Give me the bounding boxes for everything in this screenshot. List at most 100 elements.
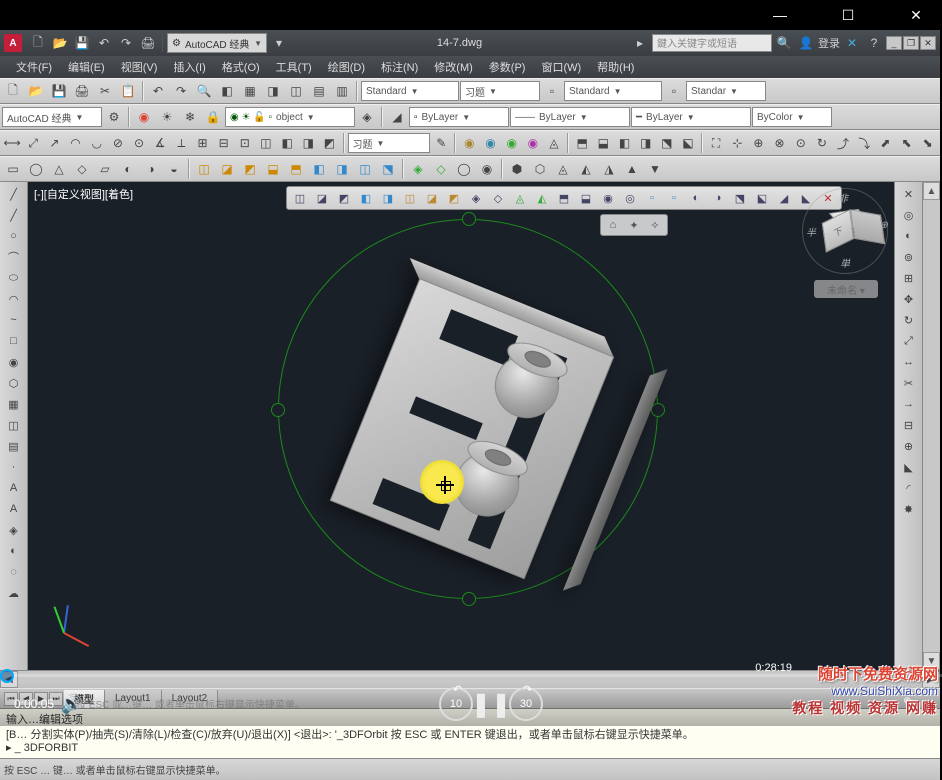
os-minimize-button[interactable]: — (758, 0, 802, 30)
region-icon[interactable]: ◫ (3, 415, 25, 435)
dim-icon[interactable]: ◧ (277, 132, 297, 154)
donut-icon[interactable]: ◉ (3, 352, 25, 372)
float-icon[interactable]: ◪ (422, 188, 442, 208)
pline-icon[interactable]: ╱ (3, 205, 25, 225)
dim-icon[interactable]: ✎ (431, 132, 451, 154)
help-icon[interactable]: ? (864, 33, 884, 53)
scale-icon[interactable]: ⤢ (898, 331, 920, 351)
dim-icon[interactable]: ⊘ (108, 132, 128, 154)
color-selector[interactable]: ▫ByLayer▼ (409, 107, 509, 127)
user-icon[interactable]: 👤 (796, 33, 816, 53)
join-icon[interactable]: ⊕ (898, 436, 920, 456)
dim-icon[interactable]: ◫ (256, 132, 276, 154)
dim-icon[interactable]: ⤢ (23, 132, 43, 154)
solid-icon[interactable]: ◈ (407, 158, 429, 180)
menu-window[interactable]: 窗口(W) (533, 57, 589, 77)
solid-icon[interactable]: ⬒ (285, 158, 307, 180)
tablestyle-selector[interactable]: Standard▼ (564, 81, 662, 101)
tool-icon[interactable]: ◈ (356, 106, 378, 128)
menu-insert[interactable]: 插入(I) (165, 57, 213, 77)
solid-icon[interactable]: ◨ (331, 158, 353, 180)
dimstyle-selector[interactable]: 习题▼ (460, 81, 540, 101)
ucs-icon[interactable]: ⊗ (770, 132, 790, 154)
vertical-scrollbar[interactable]: ▲ ▼ (922, 182, 940, 670)
chamfer-icon[interactable]: ◣ (898, 457, 920, 477)
quickbar-dropdown-icon[interactable]: ▾ (269, 33, 289, 53)
array-icon[interactable]: ⊞ (898, 268, 920, 288)
pause-button[interactable]: ❚❚ (473, 686, 509, 722)
text-icon[interactable]: A (3, 478, 25, 498)
tool-icon[interactable]: ▦ (239, 80, 261, 102)
float-icon[interactable]: ◎ (620, 188, 640, 208)
spline-icon[interactable]: ~ (3, 310, 25, 330)
tool-icon[interactable]: ▫ (541, 80, 563, 102)
app-logo-icon[interactable]: A (4, 34, 22, 52)
view-icon[interactable]: ⬒ (572, 132, 592, 154)
view-icon[interactable]: ⬓ (593, 132, 613, 154)
float-icon[interactable]: ▫ (642, 188, 662, 208)
app-close-button[interactable]: ✕ (920, 36, 936, 50)
float-icon[interactable]: ◬ (510, 188, 530, 208)
float-icon[interactable]: ◢ (774, 188, 794, 208)
dim-icon[interactable]: ◨ (298, 132, 318, 154)
ucs-icon[interactable]: ⊕ (748, 132, 768, 154)
tool-icon[interactable]: ↷ (170, 80, 192, 102)
insert-icon[interactable]: ◐ (3, 541, 25, 561)
solid-icon[interactable]: ⬢ (506, 158, 528, 180)
float-icon[interactable]: ◐ (686, 188, 706, 208)
hatch-icon[interactable]: ▦ (3, 394, 25, 414)
ucs-icon[interactable]: ⊙ (791, 132, 811, 154)
tool-icon[interactable]: ✂ (94, 80, 116, 102)
view-icon[interactable]: ⬕ (678, 132, 698, 154)
tool-icon[interactable]: 💾 (48, 80, 70, 102)
solid-icon[interactable]: ◭ (575, 158, 597, 180)
volume-icon[interactable]: 🔊 (54, 686, 90, 722)
undo-icon[interactable]: ↶ (94, 33, 114, 53)
dim-icon[interactable]: ⊞ (192, 132, 212, 154)
mlstyle-selector[interactable]: Standar▼ (686, 81, 766, 101)
float-icon[interactable]: ⬔ (730, 188, 750, 208)
break-icon[interactable]: ⊟ (898, 415, 920, 435)
float-icon[interactable]: ◧ (356, 188, 376, 208)
solid-icon[interactable]: ⬔ (377, 158, 399, 180)
tool-icon[interactable]: ◢ (386, 106, 408, 128)
os-close-button[interactable]: ✕ (894, 0, 938, 30)
linetype-selector[interactable]: ——ByLayer▼ (510, 107, 630, 127)
solid-icon[interactable]: ◐ (117, 158, 139, 180)
tool-icon[interactable]: 📂 (25, 80, 47, 102)
solid-icon[interactable]: △ (48, 158, 70, 180)
tool-icon[interactable]: ⚙ (103, 106, 125, 128)
tool-icon[interactable]: ▥ (331, 80, 353, 102)
solid-icon[interactable]: ⬡ (529, 158, 551, 180)
dim-icon[interactable]: ◩ (319, 132, 339, 154)
viewport-label[interactable]: [-][自定义视图][着色] (34, 186, 133, 202)
float-icon[interactable]: ⬓ (576, 188, 596, 208)
render-icon[interactable]: ◉ (502, 132, 522, 154)
solid-icon[interactable]: ◯ (453, 158, 475, 180)
login-label[interactable]: 登录 (818, 35, 840, 51)
stretch-icon[interactable]: ↔ (898, 352, 920, 372)
textstyle-selector[interactable]: Standard▼ (361, 81, 459, 101)
render-icon[interactable]: ◉ (523, 132, 543, 154)
solid-icon[interactable]: ⬓ (262, 158, 284, 180)
erase-icon[interactable]: ✕ (898, 184, 920, 204)
plotstyle-selector[interactable]: ByColor▼ (752, 107, 832, 127)
tool-icon[interactable]: 🖨 (71, 80, 93, 102)
float-icon[interactable]: ◪ (312, 188, 332, 208)
float-icon[interactable]: ⬕ (752, 188, 772, 208)
dim-icon[interactable]: ⟂ (171, 132, 191, 154)
solid-icon[interactable]: ▱ (94, 158, 116, 180)
command-input-line[interactable]: ▸ _ 3DFORBIT (6, 741, 934, 756)
extend-icon[interactable]: → (898, 394, 920, 414)
ellipse-icon[interactable]: ⬭ (3, 268, 25, 288)
ucs-icon[interactable]: ⊹ (727, 132, 747, 154)
tool-icon[interactable]: ☀ (156, 106, 178, 128)
solid-icon[interactable]: ◫ (354, 158, 376, 180)
tool-icon[interactable]: 🔍 (193, 80, 215, 102)
menu-tools[interactable]: 工具(T) (268, 57, 320, 77)
dim-icon[interactable]: ◠ (65, 132, 85, 154)
nav-home-icon[interactable]: ⌂ (604, 216, 622, 234)
search-go-icon[interactable]: 🔍 (774, 33, 794, 53)
float-icon[interactable]: ◑ (708, 188, 728, 208)
tool-icon[interactable]: 🔒 (202, 106, 224, 128)
